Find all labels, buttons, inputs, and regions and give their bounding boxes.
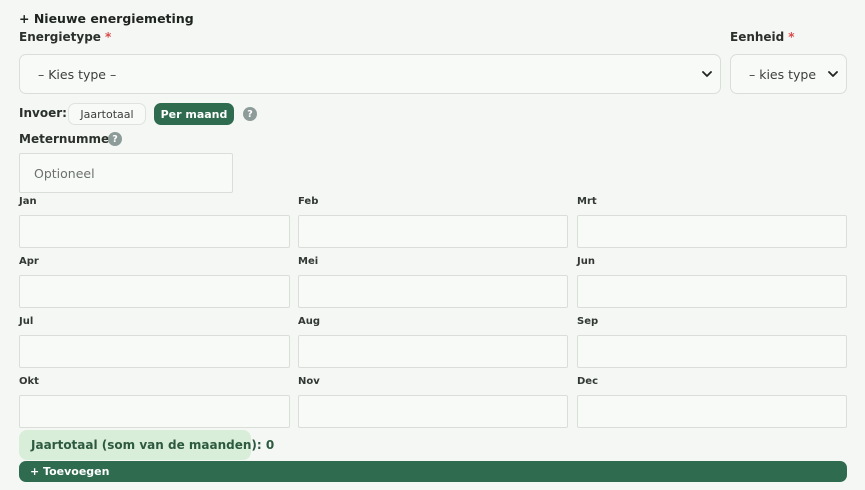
invoer-option-per-maand[interactable]: Per maand [154,103,234,125]
required-mark: * [788,30,795,44]
month-input-feb[interactable] [298,215,568,248]
month-label-dec: Dec [577,376,599,387]
energietype-select[interactable]: – Kies type – [19,54,721,94]
eenheid-select[interactable]: – kies type [730,54,847,94]
invoer-option-jaartotaal[interactable]: Jaartotaal [68,103,146,125]
month-input-jun[interactable] [577,275,847,308]
add-button[interactable]: + Toevoegen [19,461,847,482]
form-title: + Nieuwe energiemeting [19,11,194,26]
month-input-aug[interactable] [298,335,568,368]
eenheid-label-text: Eenheid [730,30,785,44]
month-input-dec[interactable] [577,395,847,428]
month-input-mrt[interactable] [577,215,847,248]
chevron-down-icon [826,67,840,81]
meternummer-label: Meternummer [19,132,116,146]
meternummer-input[interactable]: Optioneel [19,153,233,193]
month-input-nov[interactable] [298,395,568,428]
month-label-feb: Feb [298,196,319,207]
month-label-mrt: Mrt [577,196,597,207]
total-summary: Jaartotaal (som van de maanden): 0 [19,430,274,460]
question-circle-icon[interactable]: ? [108,132,122,146]
month-input-apr[interactable] [19,275,290,308]
month-label-apr: Apr [19,256,39,267]
eenheid-label: Eenheid * [730,30,795,44]
required-mark: * [104,30,112,44]
chevron-down-icon [700,67,714,81]
month-label-jun: Jun [577,256,595,267]
month-input-jul[interactable] [19,335,290,368]
month-label-jul: Jul [19,316,34,327]
month-label-sep: Sep [577,316,599,327]
month-label-nov: Nov [298,376,320,387]
month-label-okt: Okt [19,376,39,387]
month-input-mei[interactable] [298,275,568,308]
month-input-sep[interactable] [577,335,847,368]
energietype-label: Energietype * [19,30,111,44]
invoer-label: Invoer: [19,106,67,120]
month-label-mei: Mei [298,256,319,267]
meternummer-placeholder: Optioneel [34,165,95,181]
energietype-label-text: Energietype [19,30,101,44]
energietype-selected-value: – Kies type – [38,66,117,82]
month-input-okt[interactable] [19,395,290,428]
month-label-jan: Jan [19,196,37,207]
eenheid-selected-value: – kies type [749,66,817,82]
energy-measurement-form: + Nieuwe energiemeting Energietype * Eenh… [0,0,865,490]
question-circle-icon[interactable]: ? [243,107,257,121]
month-label-aug: Aug [298,316,321,327]
month-input-jan[interactable] [19,215,290,248]
